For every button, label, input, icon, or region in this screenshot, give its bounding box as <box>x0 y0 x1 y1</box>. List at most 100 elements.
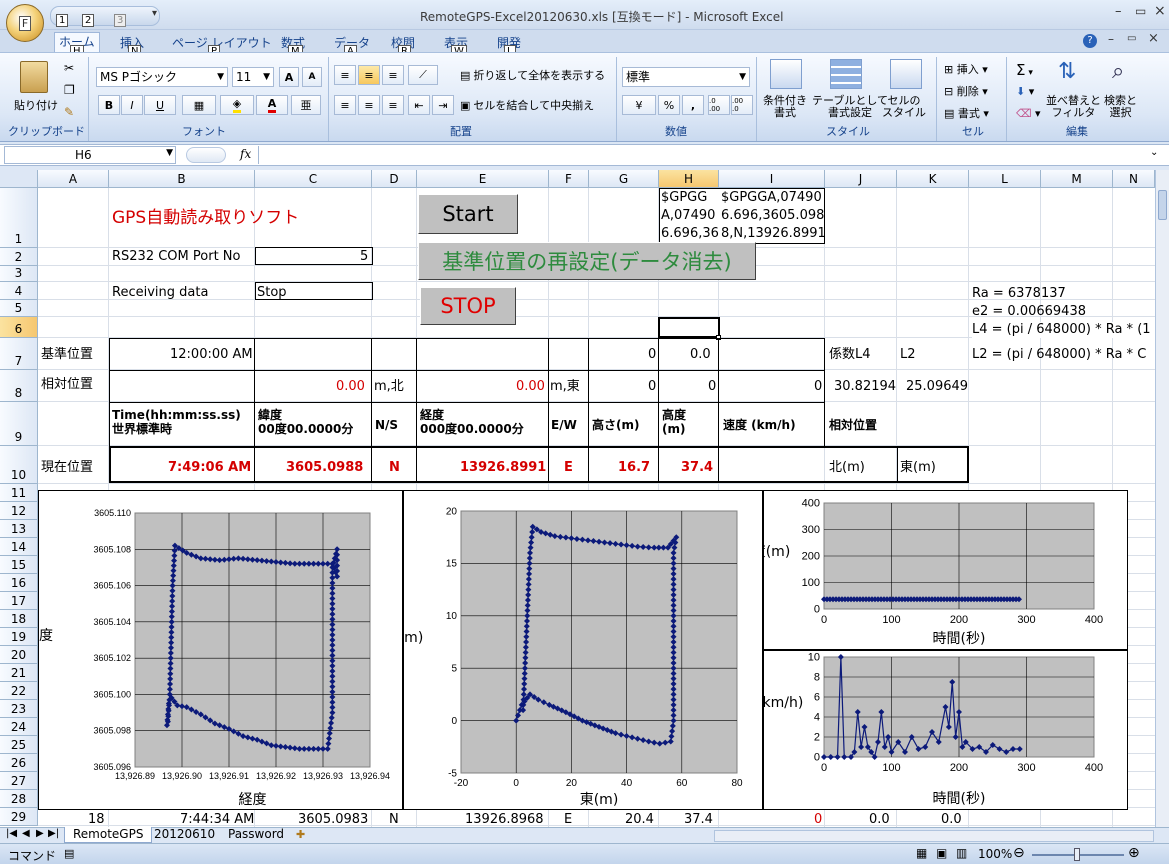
row-header-12[interactable]: 12 <box>0 502 38 520</box>
row-header-14[interactable]: 14 <box>0 538 38 556</box>
row-header-15[interactable]: 15 <box>0 556 38 574</box>
font-color-button[interactable]: A <box>256 95 288 115</box>
chart-north-east[interactable]: -20 0 20 40 60 80 20 15 10 5 0 -5 東(m) 北(m) <box>385 490 763 810</box>
row-header-25[interactable]: 25 <box>0 736 38 754</box>
row-header-28[interactable]: 28 <box>0 790 38 808</box>
paste-icon[interactable] <box>20 61 48 93</box>
workbook-restore-icon[interactable]: ▭ <box>1127 33 1136 44</box>
align-right-button[interactable]: ≡ <box>382 95 404 115</box>
number-format-box[interactable]: 標準 ▼ <box>622 67 750 87</box>
help-icon[interactable]: ? <box>1083 34 1097 48</box>
start-button[interactable]: Start <box>418 194 518 234</box>
office-button[interactable]: F <box>6 4 44 42</box>
select-all-corner[interactable] <box>0 170 38 188</box>
decrease-decimal-button[interactable]: .00 .0 <box>731 95 753 115</box>
phonetic-button[interactable]: 亜 <box>291 95 321 115</box>
row-header-27[interactable]: 27 <box>0 772 38 790</box>
reset-base-button[interactable]: 基準位置の再設定(データ消去) <box>418 242 756 280</box>
row-header-9[interactable]: 9 <box>0 402 38 446</box>
align-left-button[interactable]: ≡ <box>334 95 356 115</box>
chart-speed[interactable]: 0 100 200 300 400 10 8 6 4 2 0 時間(秒) 速度 (km/h) <box>725 650 1128 810</box>
column-header-k[interactable]: K <box>897 170 969 188</box>
cell-styles-icon[interactable] <box>890 59 922 89</box>
page-layout-view-icon[interactable]: ▣ <box>936 846 947 860</box>
row-header-4[interactable]: 4 <box>0 282 38 300</box>
workbook-minimize-icon[interactable]: – <box>1108 32 1114 46</box>
horizontal-scrollbar[interactable] <box>714 830 1154 842</box>
normal-view-icon[interactable]: ▦ <box>916 846 927 860</box>
zoom-out-icon[interactable]: ⊖ <box>1013 845 1025 861</box>
row-header-18[interactable]: 18 <box>0 610 38 628</box>
column-header-n[interactable]: N <box>1113 170 1155 188</box>
row-header-10[interactable]: 10 <box>0 446 38 484</box>
orientation-button[interactable]: ⟋ <box>408 65 438 85</box>
column-header-i[interactable]: I <box>719 170 825 188</box>
row-header-3[interactable]: 3 <box>0 266 38 282</box>
qat-customize-icon[interactable]: ▾ <box>152 8 157 19</box>
column-header-a[interactable]: A <box>38 170 109 188</box>
insert-cells-button[interactable]: ⊞ 挿入 ▾ <box>944 61 988 77</box>
zoom-level[interactable]: 100% <box>978 847 1012 861</box>
find-select-icon[interactable]: ⌕ <box>1112 59 1124 84</box>
column-header-e[interactable]: E <box>417 170 549 188</box>
port-input[interactable] <box>255 247 373 265</box>
cell-styles-button[interactable]: セルの スタイル <box>882 95 926 119</box>
column-header-b[interactable]: B <box>109 170 255 188</box>
column-header-d[interactable]: D <box>372 170 417 188</box>
row-header-5[interactable]: 5 <box>0 300 38 317</box>
row-header-8[interactable]: 8 <box>0 370 38 402</box>
italic-button[interactable]: I <box>121 95 143 115</box>
first-sheet-icon[interactable]: |◀ <box>6 828 17 839</box>
merge-center-button[interactable]: ▣ セルを結合して中央揃え <box>460 95 610 115</box>
autosum-button[interactable]: Σ ▾ <box>1016 61 1033 79</box>
increase-indent-button[interactable]: ⇥ <box>432 95 454 115</box>
underline-button[interactable]: U <box>144 95 176 115</box>
cut-icon[interactable]: ✂ <box>64 61 74 75</box>
comma-button[interactable]: , <box>682 95 704 115</box>
row-header-6[interactable]: 6 <box>0 317 38 338</box>
tab-page-layout[interactable]: ページ レイアウト <box>168 34 276 52</box>
row-header-19[interactable]: 19 <box>0 628 38 646</box>
workbook-close-icon[interactable]: × <box>1148 31 1159 46</box>
page-break-view-icon[interactable]: ▥ <box>956 846 967 860</box>
decrease-indent-button[interactable]: ⇤ <box>408 95 430 115</box>
row-header-2[interactable]: 2 <box>0 248 38 266</box>
active-cell-h6[interactable] <box>658 317 720 338</box>
shrink-font-button[interactable]: A <box>302 67 322 87</box>
align-middle-button[interactable]: ≡ <box>358 65 380 85</box>
next-sheet-icon[interactable]: ▶ <box>36 828 44 839</box>
minimize-icon[interactable]: – <box>1115 4 1122 19</box>
column-header-g[interactable]: G <box>589 170 659 188</box>
row-header-24[interactable]: 24 <box>0 718 38 736</box>
format-painter-icon[interactable]: ✎ <box>64 105 74 119</box>
fill-button[interactable]: ⬇ ▾ <box>1016 85 1034 98</box>
worksheet-grid[interactable]: A B C D E F G H I J K L M N GPS自動読み取りソフト… <box>0 170 1155 827</box>
row-header-11[interactable]: 11 <box>0 484 38 502</box>
column-header-h[interactable]: H <box>659 170 719 188</box>
grow-font-button[interactable]: A <box>279 67 299 87</box>
wrap-text-button[interactable]: ▤ 折り返して全体を表示する <box>460 65 610 85</box>
prev-sheet-icon[interactable]: ◀ <box>22 828 30 839</box>
accounting-button[interactable]: ¥ <box>622 95 656 115</box>
zoom-in-icon[interactable]: ⊕ <box>1128 845 1140 861</box>
increase-decimal-button[interactable]: .0 .00 <box>708 95 730 115</box>
borders-button[interactable]: ▦ <box>182 95 216 115</box>
font-size-box[interactable]: 11 ▼ <box>232 67 274 87</box>
close-icon[interactable]: × <box>1154 3 1166 19</box>
fill-color-button[interactable]: ◈ <box>220 95 254 115</box>
qat-undo-key[interactable]: 2 <box>82 14 95 27</box>
vertical-scrollbar[interactable] <box>1155 170 1169 827</box>
align-top-button[interactable]: ≡ <box>334 65 356 85</box>
format-table-button[interactable]: テーブルとして 書式設定 <box>812 95 888 119</box>
qat-save-key[interactable]: 1 <box>56 14 69 27</box>
row-header-20[interactable]: 20 <box>0 646 38 664</box>
insert-function-icon[interactable]: fx <box>240 147 251 161</box>
align-center-button[interactable]: ≡ <box>358 95 380 115</box>
format-table-icon[interactable] <box>830 59 862 89</box>
scroll-thumb[interactable] <box>1158 190 1167 220</box>
find-select-button[interactable]: 検索と 選択 <box>1104 95 1137 119</box>
sheet-tab-password[interactable]: Password <box>224 827 288 843</box>
row-header-1[interactable]: 1 <box>0 188 38 248</box>
row-header-13[interactable]: 13 <box>0 520 38 538</box>
row-header-17[interactable]: 17 <box>0 592 38 610</box>
